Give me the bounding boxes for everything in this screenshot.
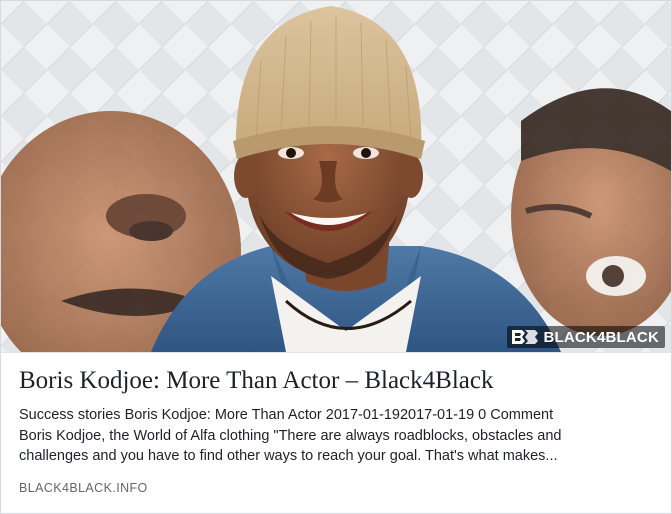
watermark: BLACK4BLACK: [507, 326, 665, 348]
description-line: challenges and you have to find other wa…: [19, 448, 558, 464]
preview-photo: [1, 1, 671, 352]
watermark-text: BLACK4BLACK: [543, 328, 659, 346]
preview-description: Success stories Boris Kodjoe: More Than …: [19, 405, 655, 467]
preview-meta[interactable]: Boris Kodjoe: More Than Actor – Black4Bl…: [1, 352, 671, 513]
description-line: Success stories Boris Kodjoe: More Than …: [19, 407, 554, 423]
preview-domain[interactable]: BLACK4BLACK.INFO: [19, 481, 148, 495]
link-preview-card[interactable]: BLACK4BLACK Boris Kodjoe: More Than Acto…: [0, 0, 672, 514]
preview-title[interactable]: Boris Kodjoe: More Than Actor – Black4Bl…: [19, 365, 657, 397]
black4black-logo-icon: [512, 330, 539, 344]
preview-image[interactable]: BLACK4BLACK: [1, 1, 671, 352]
description-line: Boris Kodjoe, the World of Alfa clothing…: [19, 427, 562, 444]
